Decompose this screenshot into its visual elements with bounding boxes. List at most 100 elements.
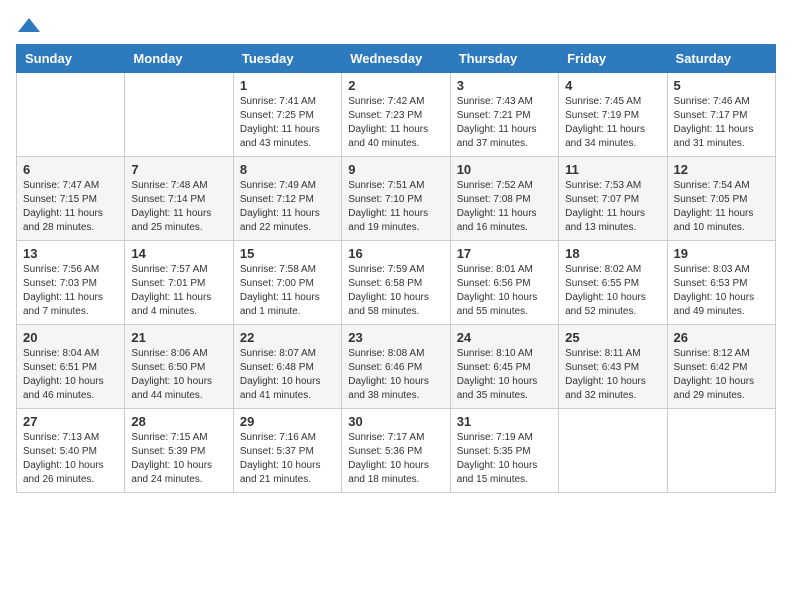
day-number: 17 [457, 246, 552, 261]
day-number: 8 [240, 162, 335, 177]
day-info: Sunrise: 8:11 AM Sunset: 6:43 PM Dayligh… [565, 347, 660, 403]
calendar-cell: 20 Sunrise: 8:04 AM Sunset: 6:51 PM Dayli… [17, 325, 125, 409]
day-number: 13 [23, 246, 118, 261]
calendar-cell [559, 409, 667, 493]
day-number: 7 [131, 162, 226, 177]
calendar-cell: 25 Sunrise: 8:11 AM Sunset: 6:43 PM Dayli… [559, 325, 667, 409]
calendar-cell: 12 Sunrise: 7:54 AM Sunset: 7:05 PM Dayli… [667, 157, 775, 241]
day-info: Sunrise: 7:54 AM Sunset: 7:05 PM Dayligh… [674, 179, 769, 235]
day-info: Sunrise: 7:42 AM Sunset: 7:23 PM Dayligh… [348, 95, 443, 151]
column-header-friday: Friday [559, 45, 667, 73]
day-number: 30 [348, 414, 443, 429]
day-number: 6 [23, 162, 118, 177]
calendar-cell: 19 Sunrise: 8:03 AM Sunset: 6:53 PM Dayli… [667, 241, 775, 325]
day-number: 31 [457, 414, 552, 429]
calendar-week-2: 6 Sunrise: 7:47 AM Sunset: 7:15 PM Daylig… [17, 157, 776, 241]
calendar-cell: 26 Sunrise: 8:12 AM Sunset: 6:42 PM Dayli… [667, 325, 775, 409]
day-info: Sunrise: 8:08 AM Sunset: 6:46 PM Dayligh… [348, 347, 443, 403]
calendar-cell: 28Sunrise: 7:15 AM Sunset: 5:39 PM Dayli… [125, 409, 233, 493]
page-header [16, 16, 776, 34]
day-info: Sunrise: 7:48 AM Sunset: 7:14 PM Dayligh… [131, 179, 226, 235]
day-number: 21 [131, 330, 226, 345]
calendar-cell: 17 Sunrise: 8:01 AM Sunset: 6:56 PM Dayli… [450, 241, 558, 325]
column-header-tuesday: Tuesday [233, 45, 341, 73]
day-info: Sunrise: 7:57 AM Sunset: 7:01 PM Dayligh… [131, 263, 226, 319]
day-number: 22 [240, 330, 335, 345]
calendar-week-4: 20 Sunrise: 8:04 AM Sunset: 6:51 PM Dayli… [17, 325, 776, 409]
day-info: Sunrise: 7:41 AM Sunset: 7:25 PM Dayligh… [240, 95, 335, 151]
calendar-cell: 10 Sunrise: 7:52 AM Sunset: 7:08 PM Dayli… [450, 157, 558, 241]
column-header-saturday: Saturday [667, 45, 775, 73]
day-info: Sunrise: 7:51 AM Sunset: 7:10 PM Dayligh… [348, 179, 443, 235]
day-info: Sunrise: 7:59 AM Sunset: 6:58 PM Dayligh… [348, 263, 443, 319]
calendar-cell: 14 Sunrise: 7:57 AM Sunset: 7:01 PM Dayli… [125, 241, 233, 325]
calendar-cell: 1 Sunrise: 7:41 AM Sunset: 7:25 PM Daylig… [233, 73, 341, 157]
day-info: Sunrise: 7:53 AM Sunset: 7:07 PM Dayligh… [565, 179, 660, 235]
calendar-cell: 5Sunrise: 7:46 AM Sunset: 7:17 PM Daylig… [667, 73, 775, 157]
calendar-cell [125, 73, 233, 157]
column-header-wednesday: Wednesday [342, 45, 450, 73]
day-info: Sunrise: 7:45 AM Sunset: 7:19 PM Dayligh… [565, 95, 660, 151]
day-number: 9 [348, 162, 443, 177]
calendar-cell [17, 73, 125, 157]
day-number: 5 [674, 78, 769, 93]
calendar-cell: 13Sunrise: 7:56 AM Sunset: 7:03 PM Dayli… [17, 241, 125, 325]
day-info: Sunrise: 7:17 AM Sunset: 5:36 PM Dayligh… [348, 431, 443, 487]
day-info: Sunrise: 7:58 AM Sunset: 7:00 PM Dayligh… [240, 263, 335, 319]
day-info: Sunrise: 8:03 AM Sunset: 6:53 PM Dayligh… [674, 263, 769, 319]
day-number: 28 [131, 414, 226, 429]
calendar-cell: 9 Sunrise: 7:51 AM Sunset: 7:10 PM Daylig… [342, 157, 450, 241]
calendar-cell: 15Sunrise: 7:58 AM Sunset: 7:00 PM Dayli… [233, 241, 341, 325]
day-number: 4 [565, 78, 660, 93]
day-info: Sunrise: 7:52 AM Sunset: 7:08 PM Dayligh… [457, 179, 552, 235]
calendar-cell: 16 Sunrise: 7:59 AM Sunset: 6:58 PM Dayli… [342, 241, 450, 325]
day-number: 16 [348, 246, 443, 261]
calendar-cell: 31 Sunrise: 7:19 AM Sunset: 5:35 PM Dayli… [450, 409, 558, 493]
day-info: Sunrise: 7:13 AM Sunset: 5:40 PM Dayligh… [23, 431, 118, 487]
calendar-cell: 29 Sunrise: 7:16 AM Sunset: 5:37 PM Dayli… [233, 409, 341, 493]
day-number: 12 [674, 162, 769, 177]
day-number: 10 [457, 162, 552, 177]
day-number: 27 [23, 414, 118, 429]
day-number: 3 [457, 78, 552, 93]
calendar-cell: 23 Sunrise: 8:08 AM Sunset: 6:46 PM Dayli… [342, 325, 450, 409]
day-info: Sunrise: 7:43 AM Sunset: 7:21 PM Dayligh… [457, 95, 552, 151]
day-info: Sunrise: 8:10 AM Sunset: 6:45 PM Dayligh… [457, 347, 552, 403]
day-info: Sunrise: 8:01 AM Sunset: 6:56 PM Dayligh… [457, 263, 552, 319]
calendar-cell: 24 Sunrise: 8:10 AM Sunset: 6:45 PM Dayli… [450, 325, 558, 409]
day-number: 11 [565, 162, 660, 177]
day-number: 2 [348, 78, 443, 93]
calendar-cell: 30 Sunrise: 7:17 AM Sunset: 5:36 PM Dayli… [342, 409, 450, 493]
day-info: Sunrise: 7:16 AM Sunset: 5:37 PM Dayligh… [240, 431, 335, 487]
calendar-week-1: 1 Sunrise: 7:41 AM Sunset: 7:25 PM Daylig… [17, 73, 776, 157]
day-number: 1 [240, 78, 335, 93]
calendar-cell: 21 Sunrise: 8:06 AM Sunset: 6:50 PM Dayli… [125, 325, 233, 409]
logo [16, 16, 40, 34]
calendar-week-3: 13Sunrise: 7:56 AM Sunset: 7:03 PM Dayli… [17, 241, 776, 325]
day-info: Sunrise: 8:06 AM Sunset: 6:50 PM Dayligh… [131, 347, 226, 403]
day-info: Sunrise: 7:47 AM Sunset: 7:15 PM Dayligh… [23, 179, 118, 235]
day-info: Sunrise: 8:02 AM Sunset: 6:55 PM Dayligh… [565, 263, 660, 319]
column-header-thursday: Thursday [450, 45, 558, 73]
day-info: Sunrise: 8:07 AM Sunset: 6:48 PM Dayligh… [240, 347, 335, 403]
day-number: 20 [23, 330, 118, 345]
calendar-cell: 3 Sunrise: 7:43 AM Sunset: 7:21 PM Daylig… [450, 73, 558, 157]
calendar-table: SundayMondayTuesdayWednesdayThursdayFrid… [16, 44, 776, 493]
calendar-cell: 6 Sunrise: 7:47 AM Sunset: 7:15 PM Daylig… [17, 157, 125, 241]
day-number: 24 [457, 330, 552, 345]
calendar-cell: 22 Sunrise: 8:07 AM Sunset: 6:48 PM Dayli… [233, 325, 341, 409]
calendar-cell: 11 Sunrise: 7:53 AM Sunset: 7:07 PM Dayli… [559, 157, 667, 241]
day-number: 23 [348, 330, 443, 345]
day-number: 19 [674, 246, 769, 261]
day-number: 29 [240, 414, 335, 429]
logo-icon [18, 16, 40, 34]
day-number: 25 [565, 330, 660, 345]
column-header-monday: Monday [125, 45, 233, 73]
day-info: Sunrise: 8:12 AM Sunset: 6:42 PM Dayligh… [674, 347, 769, 403]
day-info: Sunrise: 8:04 AM Sunset: 6:51 PM Dayligh… [23, 347, 118, 403]
column-header-sunday: Sunday [17, 45, 125, 73]
day-number: 14 [131, 246, 226, 261]
day-number: 26 [674, 330, 769, 345]
calendar-week-5: 27 Sunrise: 7:13 AM Sunset: 5:40 PM Dayli… [17, 409, 776, 493]
day-info: Sunrise: 7:19 AM Sunset: 5:35 PM Dayligh… [457, 431, 552, 487]
